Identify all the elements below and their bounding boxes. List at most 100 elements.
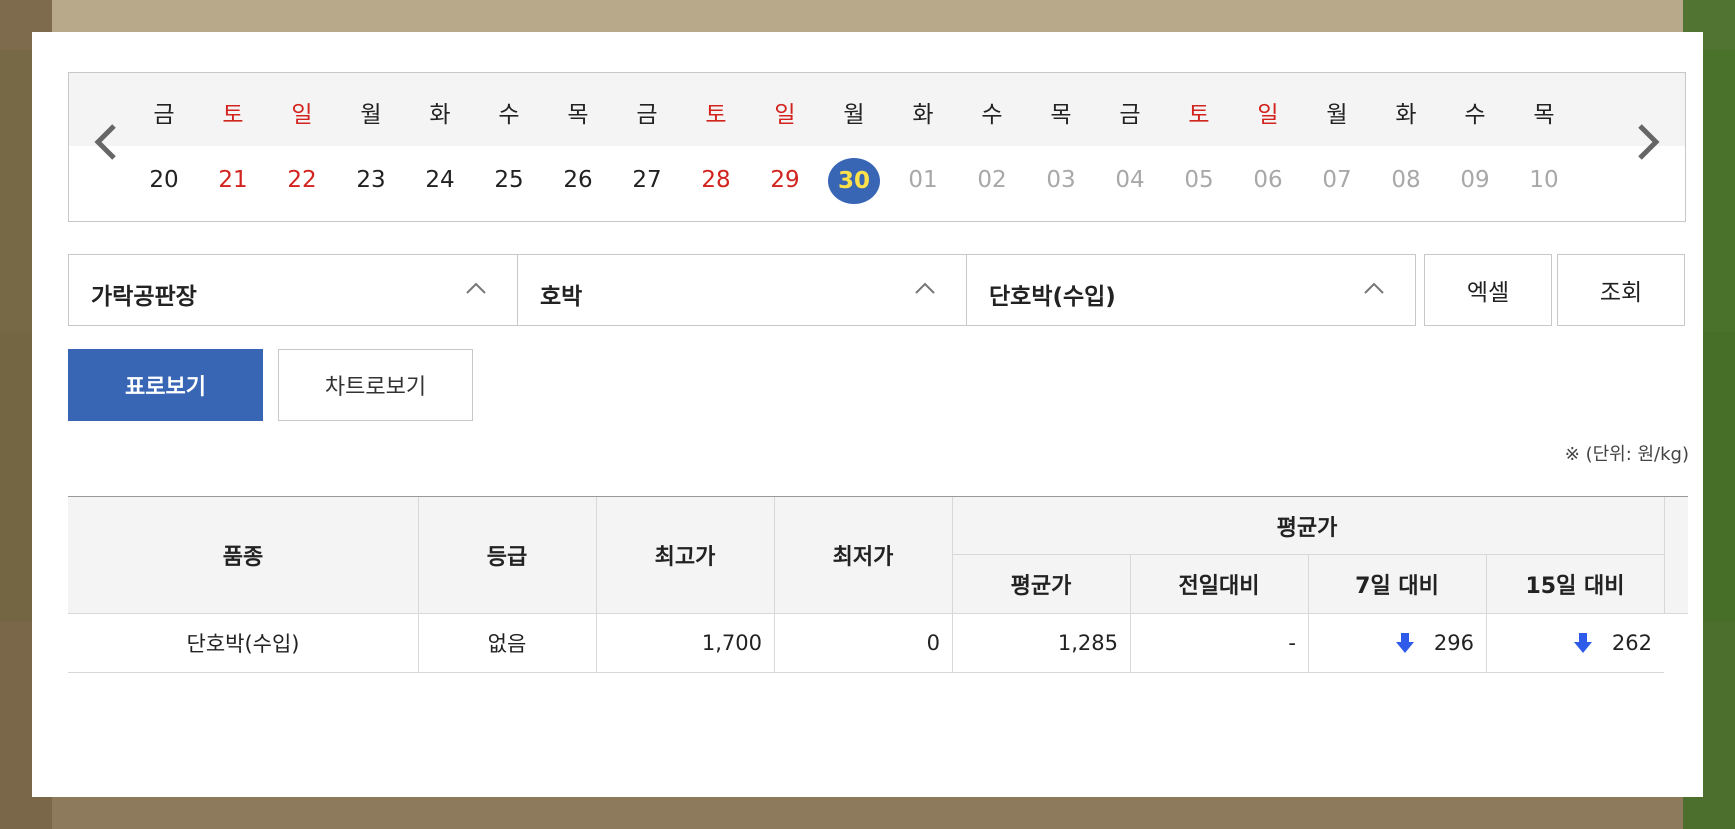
cell-7day-value: 296 — [1433, 631, 1474, 655]
tab-table-view[interactable]: 표로보기 — [68, 349, 263, 421]
divider — [952, 497, 953, 613]
weekday-label: 화 — [1395, 102, 1417, 128]
calendar-date[interactable]: 20 — [134, 167, 194, 193]
cell-7day: 296 — [1308, 614, 1486, 672]
divider — [952, 554, 1664, 555]
calendar-date: 08 — [1391, 167, 1421, 193]
calendar-date[interactable]: 22 — [272, 167, 332, 193]
header-grade: 등급 — [486, 545, 528, 570]
filter-selects: 가락공판장 호박 단호박(수입) — [68, 254, 1428, 326]
calendar-date: 01 — [908, 167, 938, 193]
calendar-date[interactable]: 23 — [341, 167, 401, 193]
header-avg-group: 평균가 — [1276, 516, 1338, 541]
cell-variety: 단호박(수입) — [186, 632, 300, 656]
weekday-label: 월 — [843, 102, 865, 128]
cell-15day-value: 262 — [1611, 631, 1652, 655]
weekday-label: 화 — [429, 102, 451, 128]
calendar-date[interactable]: 21 — [203, 167, 263, 193]
divider — [418, 614, 419, 672]
weekday-label: 월 — [360, 102, 382, 128]
weekday-label: 목 — [567, 102, 589, 128]
header-variety: 품종 — [222, 545, 264, 570]
chevron-up-icon — [915, 282, 935, 294]
divider — [774, 497, 775, 613]
divider — [1130, 555, 1131, 613]
cell-prev-day: - — [1288, 631, 1296, 655]
weekday-label: 수 — [498, 102, 520, 128]
divider — [596, 497, 597, 613]
selected-date[interactable]: 30 — [828, 158, 880, 204]
date-calendar-strip: 금 20 토 21 일 22 월 23 화 24 수 25 목 26 금 27 토 28 일 29 월 30 화 01 수 02 목… — [68, 72, 1686, 222]
item-select-value: 호박 — [540, 284, 583, 310]
arrow-down-icon — [1395, 633, 1414, 653]
market-price-panel: 금 20 토 21 일 22 월 23 화 24 수 25 목 26 금 27 토 28 일 29 월 30 화 01 수 02 목… — [32, 32, 1703, 797]
cell-15day: 262 — [1486, 614, 1664, 672]
calendar-date[interactable]: 25 — [479, 167, 539, 193]
calendar-date[interactable]: 24 — [410, 167, 470, 193]
divider — [418, 497, 419, 613]
excel-button[interactable]: 엑셀 — [1424, 254, 1552, 326]
weekday-label: 목 — [1533, 102, 1555, 128]
search-button[interactable]: 조회 — [1557, 254, 1685, 326]
calendar-prev-button[interactable] — [85, 117, 125, 167]
calendar-date: 07 — [1322, 167, 1352, 193]
chevron-up-icon — [466, 282, 486, 294]
weekday-label: 토 — [222, 102, 244, 128]
calendar-next-button[interactable] — [1629, 117, 1669, 167]
calendar-date: 09 — [1460, 167, 1490, 193]
divider — [774, 614, 775, 672]
weekday-label: 수 — [981, 102, 1003, 128]
weekday-label: 토 — [1188, 102, 1210, 128]
cell-max-price: 1,700 — [701, 631, 762, 655]
cell-min-price: 0 — [926, 631, 940, 655]
header-min-price: 최저가 — [832, 545, 894, 570]
calendar-date: 06 — [1253, 167, 1283, 193]
arrow-down-icon — [1573, 633, 1592, 653]
weekday-label: 금 — [1119, 102, 1141, 128]
calendar-date: 10 — [1529, 167, 1559, 193]
calendar-date: 03 — [1046, 167, 1076, 193]
calendar-date[interactable]: 26 — [548, 167, 608, 193]
calendar-date[interactable]: 28 — [686, 167, 746, 193]
divider — [1486, 555, 1487, 613]
chevron-up-icon — [1364, 282, 1384, 294]
weekday-label: 화 — [912, 102, 934, 128]
weekday-label: 토 — [705, 102, 727, 128]
weekday-label: 수 — [1464, 102, 1486, 128]
cell-grade: 없음 — [487, 632, 527, 656]
divider — [952, 614, 953, 672]
unit-note: ※ (단위: 원/kg) — [1564, 444, 1689, 465]
divider — [1664, 497, 1665, 613]
price-table: 품종 등급 최고가 최저가 평균가 평균가 전일대비 7일 대비 15일 대비 … — [68, 496, 1688, 673]
divider — [596, 614, 597, 672]
variety-select[interactable]: 단호박(수입) — [966, 254, 1416, 326]
weekday-label: 금 — [153, 102, 175, 128]
divider — [1130, 614, 1131, 672]
weekday-label: 일 — [774, 102, 796, 128]
weekday-label: 목 — [1050, 102, 1072, 128]
variety-select-value: 단호박(수입) — [989, 284, 1116, 310]
divider — [1486, 614, 1487, 672]
divider — [1308, 555, 1309, 613]
weekday-label: 월 — [1326, 102, 1348, 128]
calendar-date: 02 — [977, 167, 1007, 193]
table-header: 품종 등급 최고가 최저가 평균가 평균가 전일대비 7일 대비 15일 대비 — [68, 497, 1688, 614]
item-select[interactable]: 호박 — [517, 254, 967, 326]
calendar-date: 04 — [1115, 167, 1145, 193]
chevron-right-icon — [1638, 124, 1660, 160]
header-max-price: 최고가 — [654, 545, 716, 570]
market-select-value: 가락공판장 — [91, 284, 197, 310]
calendar-date[interactable]: 27 — [617, 167, 677, 193]
header-7day: 7일 대비 — [1355, 574, 1439, 599]
weekday-label: 금 — [636, 102, 658, 128]
header-avg: 평균가 — [1010, 574, 1072, 599]
table-row: 단호박(수입) 없음 1,700 0 1,285 - 296 262 — [68, 614, 1664, 673]
header-prev-day: 전일대비 — [1178, 574, 1260, 599]
market-select[interactable]: 가락공판장 — [68, 254, 518, 326]
calendar-date: 05 — [1184, 167, 1214, 193]
tab-chart-view[interactable]: 차트로보기 — [278, 349, 473, 421]
divider — [1308, 614, 1309, 672]
chevron-left-icon — [94, 124, 116, 160]
weekday-label: 일 — [1257, 102, 1279, 128]
calendar-date[interactable]: 29 — [755, 167, 815, 193]
